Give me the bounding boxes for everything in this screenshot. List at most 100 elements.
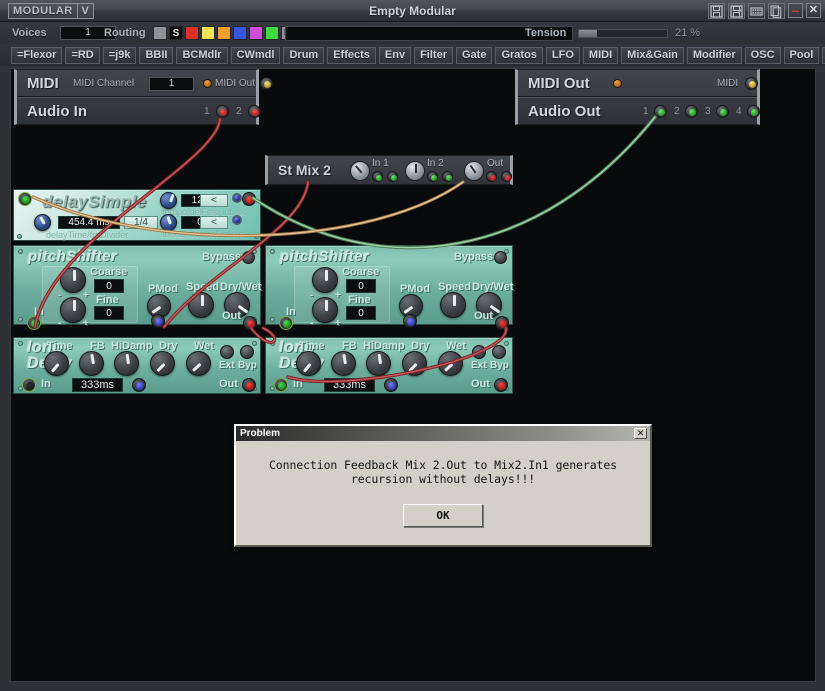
- tab-gratos[interactable]: Gratos: [495, 46, 543, 64]
- pitchshifter-in-jack-2[interactable]: [279, 316, 293, 330]
- problem-dialog-close-icon[interactable]: ✕: [634, 428, 647, 439]
- midi-out-jack[interactable]: [260, 77, 273, 90]
- longdelay-byp-toggle-1[interactable]: [240, 345, 254, 359]
- close-button[interactable]: ✕: [806, 3, 821, 18]
- pitchshifter-coarse-value-1[interactable]: 0: [94, 279, 124, 293]
- pitchshifter-out-jack-1[interactable]: [243, 316, 257, 330]
- audio-out-jack-3[interactable]: [716, 105, 729, 118]
- minimize-button[interactable]: –: [788, 3, 803, 18]
- stmix2-module[interactable]: St Mix 2 In 1 In 2 Out: [265, 155, 513, 185]
- stmix2-in2-jack-a[interactable]: [427, 171, 438, 182]
- longdelay-dry-knob-2[interactable]: [402, 351, 427, 376]
- midi-out-port-jack[interactable]: [745, 77, 758, 90]
- stmix2-in1-jack-b[interactable]: [387, 171, 398, 182]
- problem-dialog-ok-button[interactable]: OK: [403, 504, 483, 527]
- tab-midi[interactable]: MIDI: [582, 46, 619, 64]
- pitchshifter-fine-plus-1[interactable]: +: [83, 318, 89, 329]
- longdelay-fb-knob-2[interactable]: [331, 351, 356, 376]
- pitchshifter-bypass-knob-1[interactable]: [242, 251, 255, 264]
- longdelay-wet-knob-1[interactable]: [186, 351, 211, 376]
- pitchshifter-fine-value-1[interactable]: 0: [94, 306, 124, 320]
- tab-gate[interactable]: Gate: [455, 46, 493, 64]
- stmix2-in2-jack-b[interactable]: [442, 171, 453, 182]
- audio-in-jack-1[interactable]: [216, 105, 229, 118]
- tab-mix-gain[interactable]: Mix&Gain: [621, 46, 684, 64]
- tab-flexor[interactable]: =Flexor: [11, 46, 63, 64]
- delaysimple-fb-button[interactable]: <: [200, 216, 228, 229]
- tab-drum[interactable]: Drum: [283, 46, 325, 64]
- tab-j9k[interactable]: =j9k: [102, 46, 137, 64]
- tab-cwmdl[interactable]: CWmdl: [230, 46, 281, 64]
- delaysimple-out-jack[interactable]: [242, 192, 256, 206]
- pitchshifter-coarse-plus-1[interactable]: +: [83, 290, 89, 301]
- stmix2-out-jack-b[interactable]: [501, 171, 512, 182]
- longdelay-hidamp-knob-1[interactable]: [114, 351, 139, 376]
- longdelay-time-cv-jack-1[interactable]: [132, 378, 146, 392]
- delaysimple-module[interactable]: delaySimple 454.4 ms 1/4 delayTime/frqDi…: [13, 189, 261, 241]
- pitchshifter-bypass-knob-2[interactable]: [494, 251, 507, 264]
- save-as-icon[interactable]: [728, 3, 745, 19]
- longdelay-time-value-1[interactable]: 333ms: [72, 378, 123, 392]
- routing-swatch-magenta[interactable]: [249, 26, 263, 40]
- audio-in-jack-2[interactable]: [248, 105, 261, 118]
- stmix2-in1-knob[interactable]: [350, 161, 370, 181]
- pitchshifter-speed-knob-1[interactable]: [188, 292, 214, 318]
- delaysimple-divider-value[interactable]: 1/4: [124, 216, 158, 229]
- pitchshifter-fine-minus-1[interactable]: -: [58, 318, 61, 329]
- pitchshifter-pmod-jack-1[interactable]: [151, 314, 165, 328]
- longdelay-time-knob-1[interactable]: [44, 351, 69, 376]
- pitchshifter-coarse-plus-2[interactable]: +: [335, 290, 341, 301]
- tab-effects[interactable]: Effects: [327, 46, 376, 64]
- save-icon[interactable]: [708, 3, 725, 19]
- stmix2-in1-jack-a[interactable]: [372, 171, 383, 182]
- delaysimple-tempo-button[interactable]: <: [200, 194, 228, 207]
- stmix2-in2-knob[interactable]: [405, 161, 425, 181]
- pitchshifter-coarse-minus-1[interactable]: -: [58, 290, 61, 301]
- longdelay-ext-toggle-2[interactable]: [472, 345, 486, 359]
- patch-canvas[interactable]: MIDI MIDI Channel 1 MIDI Out Audio In 1 …: [10, 68, 816, 682]
- tension-slider[interactable]: [578, 29, 668, 38]
- keyboard-icon[interactable]: [748, 3, 765, 19]
- pitchshifter-speed-knob-2[interactable]: [440, 292, 466, 318]
- routing-swatch-blue[interactable]: [233, 26, 247, 40]
- tab-osc[interactable]: OSC: [744, 46, 781, 64]
- tab-env[interactable]: Env: [378, 46, 412, 64]
- routing-swatch-red[interactable]: [185, 26, 199, 40]
- longdelay-dry-knob-1[interactable]: [150, 351, 175, 376]
- longdelay-time-value-2[interactable]: 333ms: [324, 378, 375, 392]
- tab-rd[interactable]: =RD: [65, 46, 100, 64]
- longdelay-wet-knob-2[interactable]: [438, 351, 463, 376]
- audio-out-jack-1[interactable]: [654, 105, 667, 118]
- stmix2-out-jack-a[interactable]: [486, 171, 497, 182]
- longdelay-out-jack-1[interactable]: [242, 378, 256, 392]
- routing-swatch-yellow[interactable]: [201, 26, 215, 40]
- routing-swatch-grey[interactable]: [153, 26, 167, 40]
- longdelay-fb-knob-1[interactable]: [79, 351, 104, 376]
- longdelay-in-jack-1[interactable]: [22, 378, 36, 392]
- pitchshifter-in-jack-1[interactable]: [27, 316, 41, 330]
- delaysimple-tempo-jack[interactable]: [232, 193, 242, 203]
- delaysimple-time-knob[interactable]: [34, 214, 51, 231]
- tab-modifier[interactable]: Modifier: [686, 46, 742, 64]
- routing-swatch-green[interactable]: [265, 26, 279, 40]
- pitchshifter-coarse-value-2[interactable]: 0: [346, 279, 376, 293]
- longdelay-ext-toggle-1[interactable]: [220, 345, 234, 359]
- routing-swatch-solo[interactable]: S: [169, 26, 183, 40]
- tab-filter[interactable]: Filter: [414, 46, 453, 64]
- longdelay-hidamp-knob-2[interactable]: [366, 351, 391, 376]
- audio-out-jack-2[interactable]: [685, 105, 698, 118]
- midi-channel-input[interactable]: 1: [149, 77, 194, 91]
- longdelay-out-jack-2[interactable]: [494, 378, 508, 392]
- longdelay-time-knob-2[interactable]: [296, 351, 321, 376]
- routing-swatch-orange[interactable]: [217, 26, 231, 40]
- tab-lfo[interactable]: LFO: [545, 46, 580, 64]
- tab-bbii[interactable]: BBII: [139, 46, 174, 64]
- longdelay-module-2[interactable]: long Delay Time FB HiDamp Dry Wet Ext By…: [265, 337, 513, 394]
- longdelay-module-1[interactable]: long Delay Time FB HiDamp Dry Wet Ext By…: [13, 337, 261, 394]
- delaysimple-fb-jack[interactable]: [232, 215, 242, 225]
- stmix2-out-knob[interactable]: [464, 161, 484, 181]
- pitchshifter-fine-value-2[interactable]: 0: [346, 306, 376, 320]
- pitchshifter-out-jack-2[interactable]: [495, 316, 509, 330]
- pitchshifter-module-1[interactable]: pitchShifter Bypass Coarse 0 - + Fine 0 …: [13, 245, 261, 330]
- audio-out-jack-4[interactable]: [747, 105, 760, 118]
